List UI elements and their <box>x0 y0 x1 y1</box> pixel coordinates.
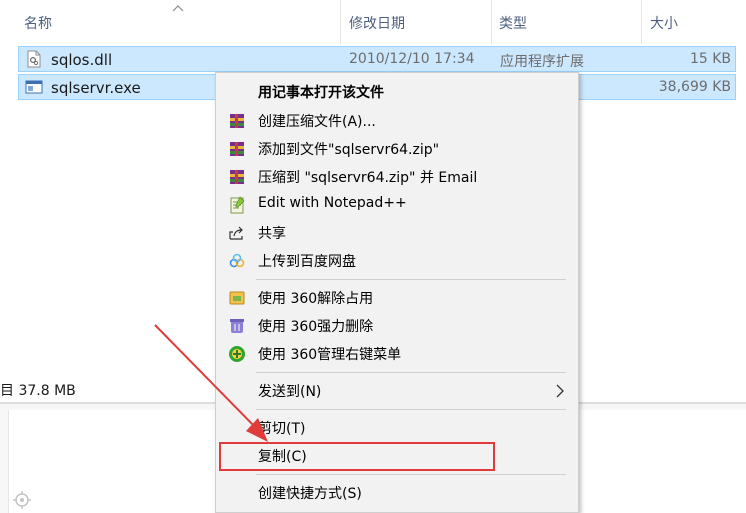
menu-item-label: 用记事本打开该文件 <box>258 85 384 101</box>
menu-separator <box>256 474 566 475</box>
menu-item-label: 创建压缩文件(A)... <box>258 114 376 130</box>
menu-item-label: 添加到文件"sqlservr64.zip" <box>258 142 440 158</box>
sort-ascending-icon[interactable] <box>172 4 184 12</box>
menu-item-360-force-delete[interactable]: 使用 360强力删除 <box>216 312 578 340</box>
chevron-right-icon <box>556 384 564 398</box>
file-row-sqlos-dll[interactable]: sqlos.dll 2010/12/10 17:34 应用程序扩展 15 KB <box>18 46 736 72</box>
column-size[interactable]: 大小 <box>650 13 678 33</box>
column-divider[interactable] <box>340 0 341 44</box>
file-type: 应用程序扩展 <box>500 54 584 70</box>
menu-item-label: 剪切(T) <box>258 421 306 437</box>
column-name[interactable]: 名称 <box>24 13 52 33</box>
dll-file-icon <box>27 50 41 68</box>
menu-item-label: 使用 360管理右键菜单 <box>258 347 402 363</box>
notepad-plus-plus-icon <box>230 196 245 214</box>
crosshair-icon <box>13 491 31 509</box>
menu-item-label: 上传到百度网盘 <box>258 254 356 270</box>
menu-item-label: 发送到(N) <box>258 384 322 400</box>
menu-separator <box>256 279 566 280</box>
winrar-icon <box>230 114 244 128</box>
menu-item-360-manage-context[interactable]: 使用 360管理右键菜单 <box>216 340 578 368</box>
file-name[interactable]: sqlos.dll <box>51 51 112 69</box>
file-name[interactable]: sqlservr.exe <box>51 79 141 97</box>
exe-file-icon <box>25 80 43 94</box>
menu-item-upload-baidu[interactable]: 上传到百度网盘 <box>216 247 578 275</box>
file-size: 38,699 KB <box>658 79 731 95</box>
column-modified[interactable]: 修改日期 <box>349 13 405 33</box>
column-header: 名称 修改日期 类型 大小 <box>0 0 746 44</box>
column-divider[interactable] <box>491 0 492 44</box>
menu-separator <box>256 409 566 410</box>
menu-item-share[interactable]: 共享 <box>216 219 578 247</box>
menu-separator <box>256 372 566 373</box>
file-size: 15 KB <box>689 51 731 67</box>
winrar-icon <box>230 170 244 184</box>
menu-item-label: Edit with Notepad++ <box>258 195 407 211</box>
file-modified: 2010/12/10 17:34 <box>349 51 475 67</box>
menu-item-label: 创建快捷方式(S) <box>258 486 362 502</box>
menu-item-create-shortcut[interactable]: 创建快捷方式(S) <box>216 479 578 507</box>
360-manage-icon <box>229 346 245 362</box>
copy-highlight-box <box>219 442 495 471</box>
menu-item-label: 共享 <box>258 226 286 242</box>
menu-item-add-to-zip[interactable]: 添加到文件"sqlservr64.zip" <box>216 135 578 163</box>
baidu-netdisk-icon <box>229 253 245 268</box>
menu-item-send-to[interactable]: 发送到(N) <box>216 377 578 405</box>
menu-item-create-archive[interactable]: 创建压缩文件(A)... <box>216 107 578 135</box>
status-text: 目 37.8 MB <box>0 383 76 399</box>
winrar-icon <box>230 142 244 156</box>
360-delete-icon <box>230 319 244 333</box>
menu-item-edit-with-notepad-plus-plus[interactable]: Edit with Notepad++ <box>216 191 578 219</box>
menu-item-cut[interactable]: 剪切(T) <box>216 414 578 442</box>
share-icon <box>229 226 243 240</box>
menu-item-360-unlock[interactable]: 使用 360解除占用 <box>216 284 578 312</box>
column-divider[interactable] <box>641 0 642 44</box>
menu-item-label: 使用 360强力删除 <box>258 319 374 335</box>
menu-item-compress-and-email[interactable]: 压缩到 "sqlservr64.zip" 并 Email <box>216 163 578 191</box>
menu-item-label: 压缩到 "sqlservr64.zip" 并 Email <box>258 170 478 186</box>
360-unlock-icon <box>229 291 245 305</box>
menu-item-open-with-notepad[interactable]: 用记事本打开该文件 <box>216 78 578 106</box>
column-type[interactable]: 类型 <box>499 13 527 33</box>
menu-item-label: 使用 360解除占用 <box>258 291 374 307</box>
